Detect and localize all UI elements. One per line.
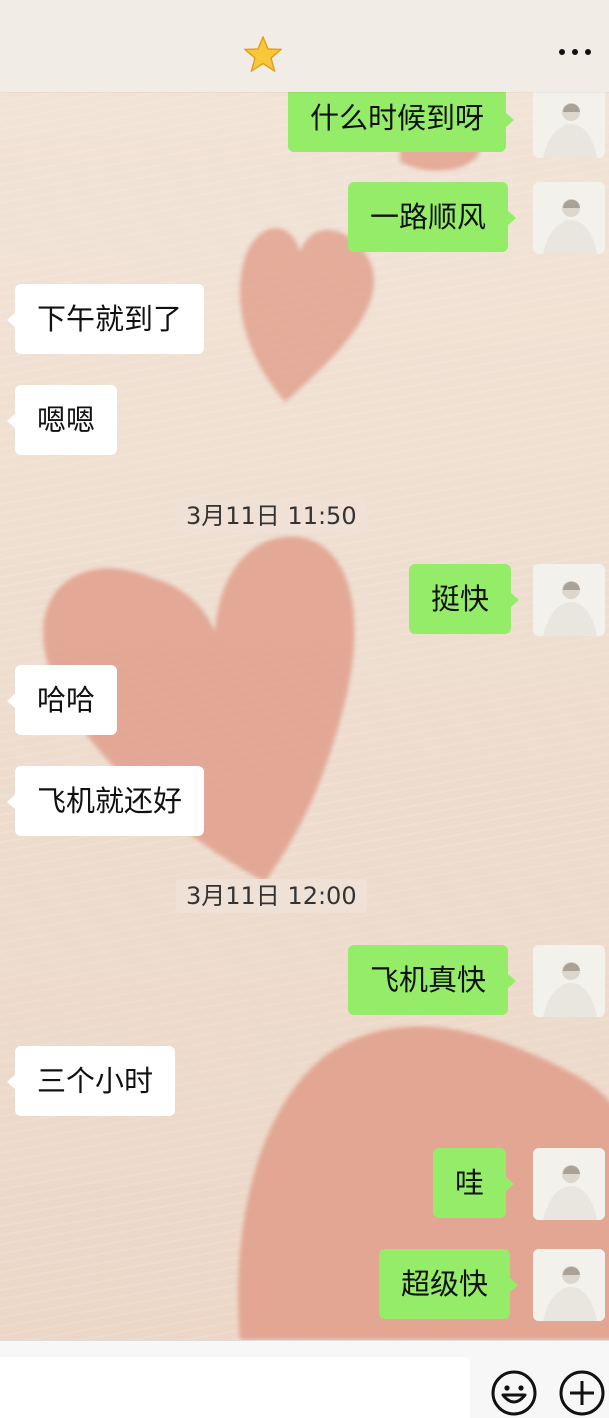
message-input[interactable] bbox=[0, 1357, 470, 1418]
message-bubble-sent[interactable]: 超级快 bbox=[379, 1249, 519, 1319]
message-bubble-received[interactable]: 哈哈 bbox=[6, 665, 118, 735]
message-bubble-received[interactable]: 飞机就还好 bbox=[6, 766, 205, 836]
chat-area[interactable]: 什么时候到呀 一路顺风 下午就到了 嗯嗯 3月11日 11:50 挺快 哈哈 飞… bbox=[0, 92, 609, 1340]
avatar-image bbox=[533, 1249, 605, 1321]
avatar-image bbox=[533, 92, 605, 158]
avatar-image bbox=[533, 182, 605, 254]
message-bubble-sent[interactable]: 飞机真快 bbox=[348, 945, 517, 1015]
message-bubble-received[interactable]: 嗯嗯 bbox=[6, 385, 118, 455]
avatar[interactable] bbox=[533, 945, 605, 1017]
chat-header bbox=[0, 0, 609, 92]
avatar[interactable] bbox=[533, 182, 605, 254]
avatar[interactable] bbox=[533, 92, 605, 158]
message-bubble-sent[interactable]: 什么时候到呀 bbox=[288, 92, 515, 152]
avatar[interactable] bbox=[533, 564, 605, 636]
timestamp: 3月11日 11:50 bbox=[176, 499, 367, 533]
dot bbox=[572, 49, 578, 55]
dot bbox=[559, 49, 565, 55]
dot bbox=[585, 49, 591, 55]
star-icon bbox=[244, 36, 282, 72]
message-bubble-received[interactable]: 下午就到了 bbox=[6, 284, 205, 354]
message-bubble-sent[interactable]: 一路顺风 bbox=[348, 182, 517, 252]
timestamp: 3月11日 12:00 bbox=[176, 879, 367, 913]
avatar[interactable] bbox=[533, 1249, 605, 1321]
message-bubble-sent[interactable]: 哇 bbox=[433, 1148, 515, 1218]
avatar-image bbox=[533, 1148, 605, 1220]
input-bar bbox=[0, 1340, 609, 1418]
plus-icon[interactable] bbox=[558, 1369, 606, 1417]
more-icon[interactable] bbox=[559, 40, 591, 64]
avatar-image bbox=[533, 945, 605, 1017]
avatar-image bbox=[533, 564, 605, 636]
message-bubble-received[interactable]: 三个小时 bbox=[6, 1046, 176, 1116]
emoji-icon[interactable] bbox=[490, 1369, 538, 1417]
avatar[interactable] bbox=[533, 1148, 605, 1220]
message-bubble-sent[interactable]: 挺快 bbox=[409, 564, 520, 634]
